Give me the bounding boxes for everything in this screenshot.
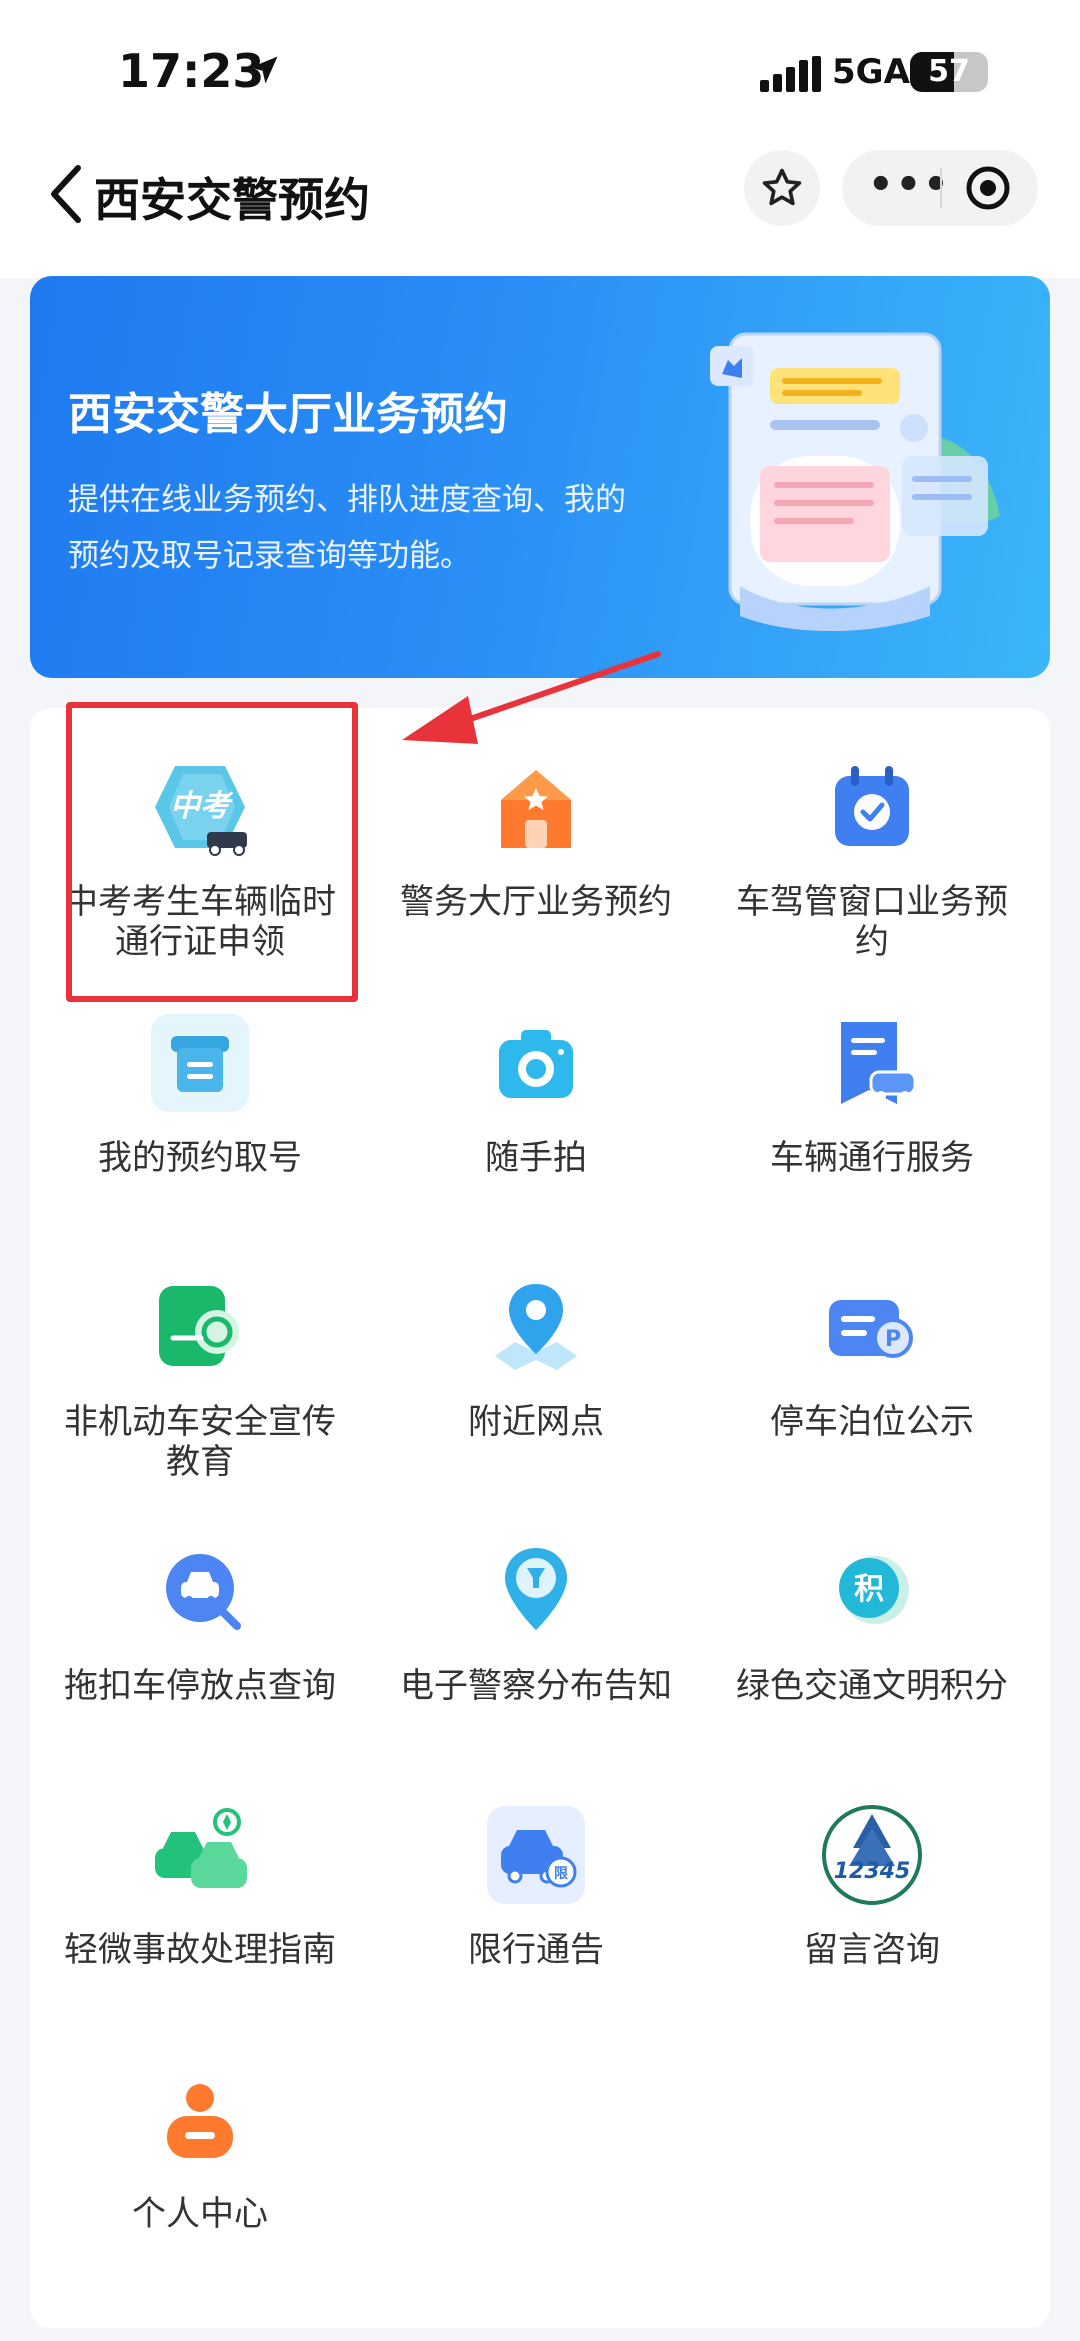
service-parking-notice[interactable]: P 停车泊位公示 [702, 1272, 1042, 1442]
hero-banner: 西安交警大厅业务预约 提供在线业务预约、排队进度查询、我的预约及取号记录查询等功… [30, 276, 1050, 678]
status-bar: 17:23 5GA 57 [0, 0, 1080, 140]
highlight-box [66, 702, 358, 1002]
service-minor-accident[interactable]: 轻微事故处理指南 [30, 1800, 370, 1970]
service-tow-query[interactable]: 拖扣车停放点查询 [30, 1536, 370, 1706]
green-points-icon: 积 [839, 1556, 909, 1624]
battery-level: 57 [928, 54, 970, 89]
service-label: 非机动车安全宣传教育 [64, 1402, 336, 1482]
service-label: 拖扣车停放点查询 [64, 1666, 336, 1706]
service-nearby-outlets[interactable]: 附近网点 [366, 1272, 706, 1442]
service-restriction[interactable]: 限 限行通告 [366, 1800, 706, 1970]
banner-title: 西安交警大厅业务预约 [68, 389, 508, 440]
status-time: 17:23 [118, 44, 265, 98]
battery-indicator: 57 [910, 52, 988, 92]
location-arrow-icon [250, 56, 278, 84]
document-illustration-icon [710, 332, 1000, 631]
ticket-icon [151, 1014, 249, 1112]
tow-search-icon [166, 1554, 241, 1630]
miniprogram-capsule: ••• [842, 150, 1038, 226]
service-label: 我的预约取号 [98, 1138, 302, 1178]
user-icon [167, 2084, 233, 2158]
e-police-icon [505, 1548, 567, 1630]
hotline-12345-icon: 12345 [822, 1805, 922, 1905]
service-label: 停车泊位公示 [770, 1402, 974, 1442]
vehicle-pass-icon [841, 1022, 917, 1104]
back-chevron-icon[interactable] [46, 162, 86, 226]
service-snapshot[interactable]: 随手拍 [366, 1008, 706, 1178]
service-green-points[interactable]: 积 绿色交通文明积分 [702, 1536, 1042, 1706]
capsule-divider [940, 168, 942, 208]
service-label: 警务大厅业务预约 [400, 882, 672, 922]
service-label: 个人中心 [132, 2194, 268, 2234]
network-type: 5GA [832, 52, 910, 92]
service-vehicle-window[interactable]: 车驾管窗口业务预约 [702, 752, 1042, 962]
map-pin-icon [495, 1284, 577, 1370]
svg-text:12345: 12345 [834, 1859, 911, 1884]
camera-icon [499, 1030, 573, 1098]
parking-icon: P [829, 1300, 913, 1358]
service-label: 附近网点 [468, 1402, 604, 1442]
service-police-hall[interactable]: 警务大厅业务预约 [366, 752, 706, 922]
police-hall-icon [501, 770, 571, 848]
svg-text:积: 积 [854, 1572, 884, 1607]
service-label: 留言咨询 [804, 1930, 940, 1970]
more-icon[interactable]: ••• [868, 165, 951, 205]
service-bike-safety[interactable]: 非机动车安全宣传教育 [30, 1272, 370, 1482]
restriction-icon: 限 [487, 1806, 585, 1904]
service-label: 车驾管窗口业务预约 [736, 882, 1008, 962]
signal-icon [760, 56, 821, 92]
service-personal-center[interactable]: 个人中心 [30, 2064, 370, 2234]
close-miniprogram-icon[interactable] [964, 164, 1012, 212]
service-message-consult[interactable]: 12345 留言咨询 [702, 1800, 1042, 1970]
service-label: 绿色交通文明积分 [736, 1666, 1008, 1706]
service-my-booking[interactable]: 我的预约取号 [30, 1008, 370, 1178]
service-label: 电子警察分布告知 [400, 1666, 672, 1706]
banner-description: 提供在线业务预约、排队进度查询、我的预约及取号记录查询等功能。 [68, 482, 626, 574]
calendar-check-icon [835, 766, 909, 846]
service-vehicle-pass[interactable]: 车辆通行服务 [702, 1008, 1042, 1178]
bike-safety-icon [159, 1286, 239, 1366]
nav-bar: 西安交警预约 ••• [0, 140, 1080, 278]
star-icon [762, 168, 802, 206]
annotation-arrow-icon [402, 651, 661, 744]
service-label: 随手拍 [485, 1138, 587, 1178]
service-e-police[interactable]: 电子警察分布告知 [366, 1536, 706, 1706]
accident-icon [155, 1808, 247, 1888]
svg-text:限: 限 [554, 1866, 568, 1882]
service-label: 轻微事故处理指南 [64, 1930, 336, 1970]
svg-text:P: P [885, 1327, 901, 1352]
service-label: 车辆通行服务 [770, 1138, 974, 1178]
favorite-button[interactable] [744, 150, 820, 226]
service-label: 限行通告 [468, 1930, 604, 1970]
page-title: 西安交警预约 [94, 173, 370, 227]
